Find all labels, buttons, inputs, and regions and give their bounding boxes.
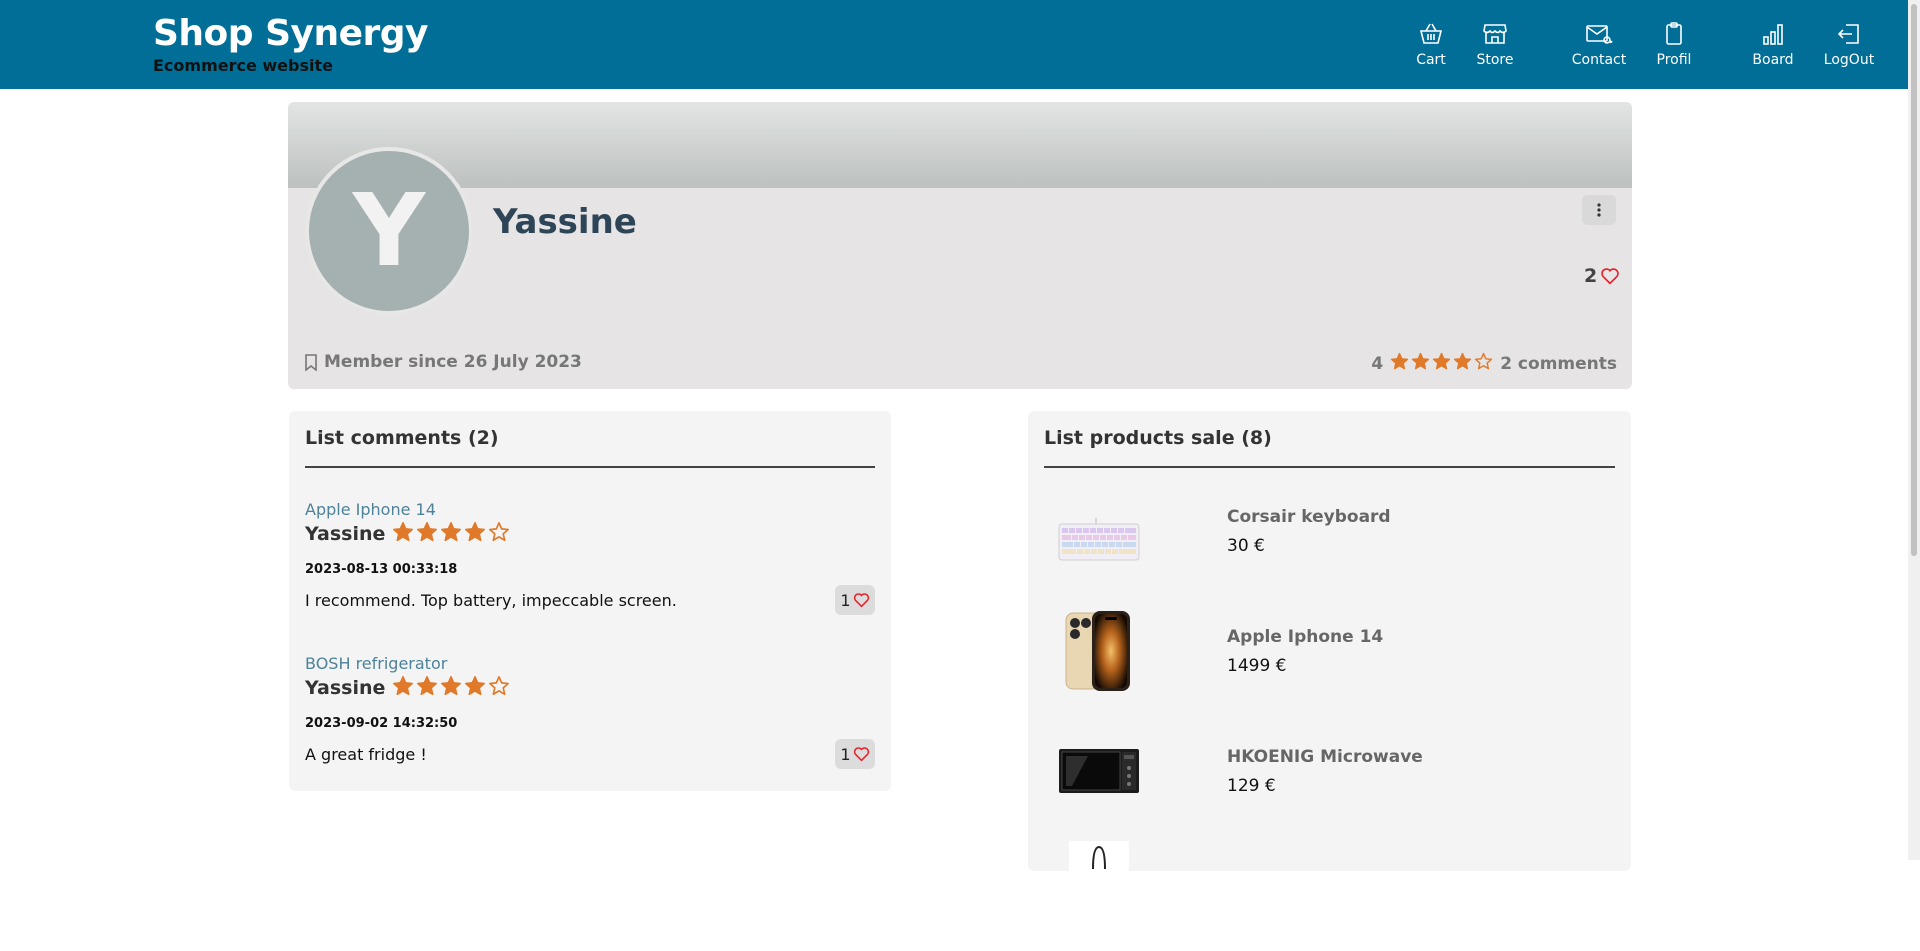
divider — [1044, 466, 1615, 468]
site-subtitle: Ecommerce website — [153, 56, 333, 75]
star-filled-icon — [465, 522, 486, 542]
top-navbar: Shop Synergy Ecommerce website Cart Stor… — [0, 0, 1908, 89]
avatar: Y — [305, 147, 473, 315]
store-icon — [1483, 24, 1507, 44]
scrollbar-thumb[interactable] — [1911, 4, 1917, 556]
comment-product-link[interactable]: BOSH refrigerator — [305, 654, 875, 673]
star-empty-icon — [1475, 352, 1493, 370]
star-filled-icon — [441, 676, 462, 696]
star-filled-icon — [417, 522, 438, 542]
profile-card: Y Yassine 2 Member since 26 July 2023 4 … — [288, 102, 1632, 389]
comment-like-button[interactable]: 1 — [835, 739, 875, 769]
nav-board[interactable]: Board — [1733, 22, 1813, 68]
comment-like-count: 1 — [840, 590, 851, 610]
comment-like-button[interactable]: 1 — [835, 585, 875, 615]
products-panel: List products sale (8) Corsair keyboard … — [1028, 411, 1631, 871]
star-filled-icon — [1433, 352, 1451, 370]
comment-author: Yassine — [305, 677, 386, 699]
kebab-menu-icon — [1597, 203, 1601, 217]
nav-contact[interactable]: Contact — [1559, 22, 1639, 68]
nav-contact-label: Contact — [1571, 52, 1627, 68]
product-price: 129 € — [1227, 776, 1276, 796]
comment-date: 2023-09-02 14:32:50 — [305, 716, 458, 731]
comment-text: I recommend. Top battery, impeccable scr… — [305, 591, 677, 610]
star-filled-icon — [393, 676, 414, 696]
product-name[interactable]: HKOENIG Microwave — [1227, 747, 1423, 767]
rating-summary: 4 2 comments — [1371, 352, 1617, 376]
star-empty-icon — [489, 676, 510, 696]
nav-logout-label: LogOut — [1823, 52, 1875, 68]
divider — [305, 466, 875, 468]
member-since-text: Member since 26 July 2023 — [324, 352, 582, 372]
basket-icon — [1419, 23, 1443, 44]
product-item[interactable]: HKOENIG Microwave 129 € — [1044, 726, 1615, 836]
heart-icon — [1601, 268, 1620, 285]
nav-profil[interactable]: Profil — [1634, 22, 1714, 68]
comment-date: 2023-08-13 00:33:18 — [305, 562, 458, 577]
keyboard-image[interactable] — [1054, 496, 1144, 586]
microwave-image[interactable] — [1054, 726, 1144, 816]
comment-author: Yassine — [305, 523, 386, 545]
products-panel-title: List products sale (8) — [1044, 427, 1272, 449]
mail-at-icon — [1586, 25, 1613, 44]
profile-banner — [288, 102, 1632, 188]
product-item[interactable]: Apple Iphone 14 1499 € — [1044, 606, 1615, 716]
nav-logout[interactable]: LogOut — [1809, 22, 1889, 68]
product-name[interactable]: Apple Iphone 14 — [1227, 627, 1383, 647]
star-filled-icon — [1454, 352, 1472, 370]
comment-text: A great fridge ! — [305, 745, 427, 764]
nav-store[interactable]: Store — [1455, 22, 1535, 68]
vertical-scrollbar[interactable] — [1908, 0, 1920, 860]
site-title[interactable]: Shop Synergy — [153, 14, 429, 54]
comments-panel: List comments (2) Apple Iphone 14 Yassin… — [289, 411, 891, 791]
product-item[interactable] — [1044, 841, 1615, 951]
bookmark-icon — [305, 353, 317, 371]
heart-icon — [853, 747, 869, 762]
logout-icon — [1837, 24, 1859, 44]
nav-cart-label: Cart — [1416, 52, 1446, 68]
comments-panel-title: List comments (2) — [305, 427, 499, 449]
nav-store-label: Store — [1476, 52, 1514, 68]
star-filled-icon — [1412, 352, 1430, 370]
product-price: 1499 € — [1227, 656, 1287, 676]
bag-image[interactable] — [1054, 841, 1144, 931]
rating-stars — [1389, 352, 1494, 376]
nav-profil-label: Profil — [1656, 52, 1692, 68]
nav-board-label: Board — [1752, 52, 1794, 68]
profile-name: Yassine — [493, 202, 637, 242]
profile-likes[interactable]: 2 — [1584, 265, 1620, 287]
brand[interactable]: Shop Synergy Ecommerce website — [153, 14, 429, 76]
bar-chart-icon — [1763, 24, 1783, 45]
comment-item: Apple Iphone 14 Yassine 2023-08-13 00:33… — [305, 500, 875, 640]
comment-stars — [391, 675, 511, 701]
star-filled-icon — [465, 676, 486, 696]
comment-like-count: 1 — [840, 744, 851, 764]
star-filled-icon — [1391, 352, 1409, 370]
comment-item: BOSH refrigerator Yassine 2023-09-02 14:… — [305, 654, 875, 794]
more-options-button[interactable] — [1582, 195, 1616, 225]
star-filled-icon — [393, 522, 414, 542]
rating-value: 4 — [1371, 354, 1384, 374]
member-since: Member since 26 July 2023 — [304, 352, 582, 372]
product-item[interactable]: Corsair keyboard 30 € — [1044, 496, 1615, 606]
star-filled-icon — [417, 676, 438, 696]
phone-image[interactable] — [1054, 606, 1144, 696]
star-filled-icon — [441, 522, 462, 542]
profile-likes-count: 2 — [1584, 265, 1598, 287]
star-empty-icon — [489, 522, 510, 542]
product-price: 30 € — [1227, 536, 1265, 556]
comment-stars — [391, 521, 511, 547]
clipboard-icon — [1666, 22, 1682, 45]
comments-count: 2 comments — [1500, 354, 1617, 374]
product-name[interactable]: Corsair keyboard — [1227, 507, 1391, 527]
heart-icon — [853, 593, 869, 608]
comment-product-link[interactable]: Apple Iphone 14 — [305, 500, 875, 519]
